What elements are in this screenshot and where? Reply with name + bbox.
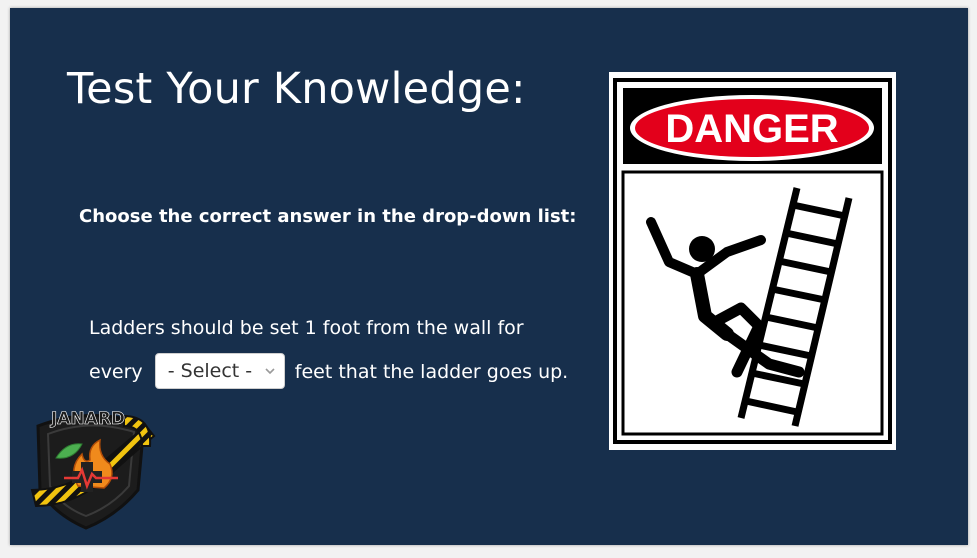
dropdown-selected-value: - Select -	[167, 359, 253, 382]
slide: Test Your Knowledge: Choose the correct …	[10, 8, 968, 545]
answer-dropdown[interactable]: - Select -	[154, 352, 285, 389]
page-title: Test Your Knowledge:	[67, 64, 526, 114]
question-line-1: Ladders should be set 1 foot from the wa…	[89, 317, 524, 339]
question-suffix: feet that the ladder goes up.	[294, 361, 569, 383]
danger-sign: DANGER	[609, 72, 896, 450]
logo-graphic: JANARD	[30, 409, 156, 530]
question-block: Ladders should be set 1 foot from the wa…	[89, 306, 569, 394]
chevron-down-icon	[265, 367, 275, 374]
question-prefix: every	[89, 361, 143, 383]
danger-sign-label: DANGER	[665, 107, 838, 151]
ladder-icon	[737, 187, 853, 427]
danger-sign-graphic: DANGER	[613, 78, 892, 444]
question-line-2: every - Select - feet that the ladder go…	[89, 350, 569, 394]
janard-logo: JANARD	[26, 398, 156, 533]
logo-text: JANARD	[50, 409, 125, 429]
instruction-text: Choose the correct answer in the drop-do…	[79, 206, 577, 227]
